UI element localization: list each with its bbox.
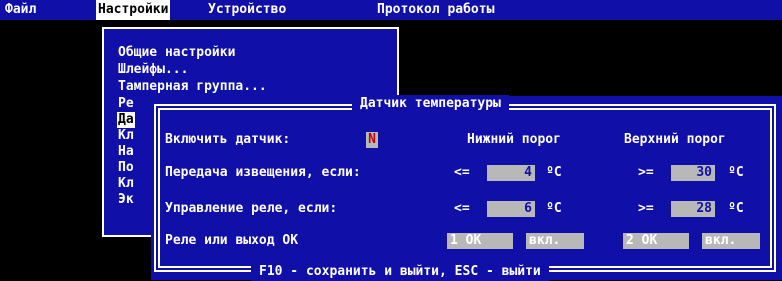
relay-output-label: Реле или выход ОК bbox=[165, 233, 299, 248]
notification-lower-field[interactable]: 4 bbox=[487, 165, 535, 181]
temperature-sensor-dialog: Датчик температуры Включить датчик: N Ни… bbox=[151, 95, 782, 281]
relay-control-lower-field[interactable]: 6 bbox=[487, 201, 535, 217]
relay-control-upper-operator: >= bbox=[638, 201, 654, 216]
notification-upper-field[interactable]: 30 bbox=[671, 165, 715, 181]
dialog-footer-hint: F10 - сохранить и выйти, ESC - выйти bbox=[251, 263, 549, 281]
menu-item-general-settings[interactable]: Общие настройки bbox=[118, 45, 235, 61]
relay-control-upper-field[interactable]: 28 bbox=[671, 201, 715, 217]
relay-control-lower-unit: ºС bbox=[546, 201, 562, 216]
notification-label: Передача извещения, если: bbox=[165, 165, 361, 180]
menu-device[interactable]: Устройство bbox=[206, 0, 288, 20]
relay-upper-enable-button[interactable]: вкл. bbox=[702, 233, 760, 249]
menu-log[interactable]: Протокол работы bbox=[375, 0, 496, 20]
menu-settings[interactable]: Настройки bbox=[96, 0, 171, 20]
relay-upper-output-field[interactable]: 2 ОК bbox=[623, 233, 689, 249]
enable-sensor-checkbox[interactable]: N bbox=[366, 132, 378, 148]
menu-item-keys[interactable]: Кл bbox=[118, 128, 134, 144]
menu-item-tamper-group[interactable]: Тамперная группа... bbox=[118, 79, 267, 95]
lower-threshold-header: Нижний порог bbox=[467, 132, 561, 147]
relay-control-label: Управление реле, если: bbox=[165, 201, 338, 216]
relay-lower-output-field[interactable]: 1 ОК bbox=[447, 233, 513, 249]
notification-lower-unit: ºС bbox=[546, 165, 562, 180]
upper-threshold-header: Верхний порог bbox=[624, 132, 726, 147]
notification-upper-unit: ºС bbox=[728, 165, 744, 180]
menu-item-screen[interactable]: Эк bbox=[118, 192, 134, 208]
menu-file[interactable]: Файл bbox=[3, 0, 38, 20]
menu-item-na[interactable]: На bbox=[118, 144, 134, 160]
menu-bar: Файл Настройки Устройство Протокол работ… bbox=[0, 0, 782, 20]
notification-upper-operator: >= bbox=[638, 165, 654, 180]
enable-sensor-label: Включить датчик: bbox=[165, 132, 291, 147]
menu-item-po[interactable]: По bbox=[118, 160, 134, 176]
relay-lower-enable-button[interactable]: вкл. bbox=[526, 233, 584, 249]
relay-control-lower-operator: <= bbox=[454, 201, 470, 216]
menu-item-sensors[interactable]: Да bbox=[117, 112, 135, 128]
menu-item-kl2[interactable]: Кл bbox=[118, 176, 134, 192]
menu-item-loops[interactable]: Шлейфы... bbox=[118, 62, 188, 78]
relay-control-upper-unit: ºС bbox=[728, 201, 744, 216]
dialog-title: Датчик температуры bbox=[352, 95, 509, 113]
notification-lower-operator: <= bbox=[454, 165, 470, 180]
menu-item-relay[interactable]: Ре bbox=[118, 96, 134, 112]
